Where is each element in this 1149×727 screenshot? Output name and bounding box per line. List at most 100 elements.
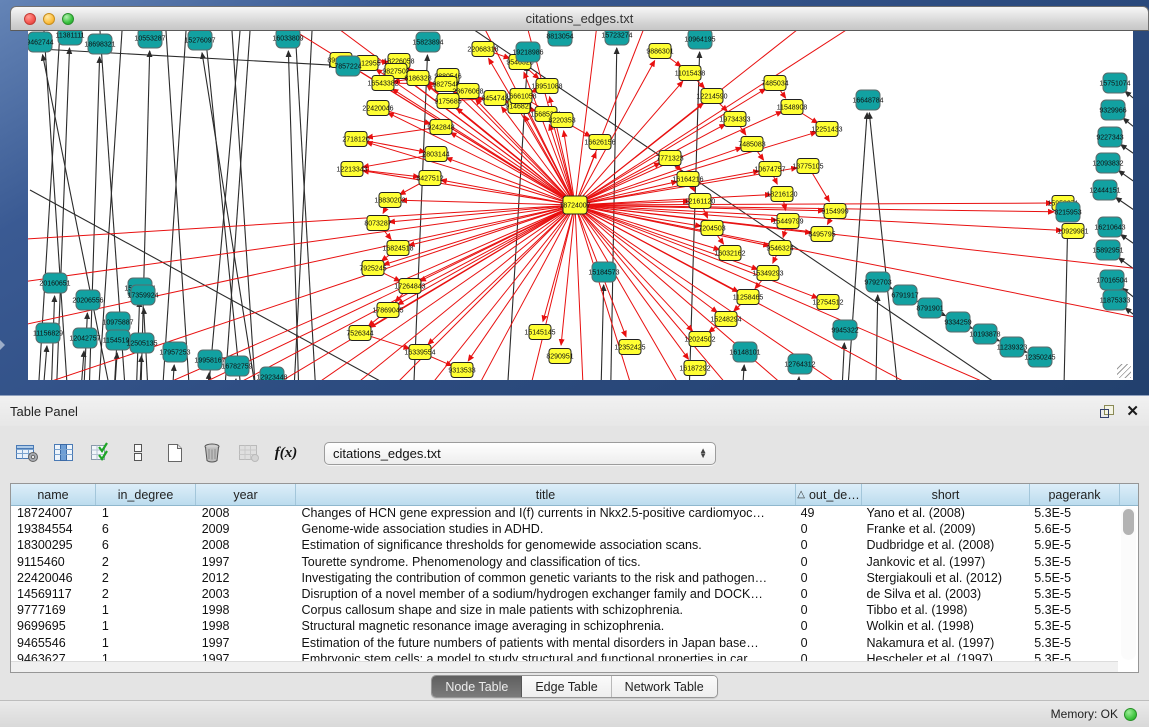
- cited-paper-node[interactable]: 8215953: [1054, 202, 1081, 222]
- cited-paper-node[interactable]: 10975887: [102, 312, 133, 332]
- cited-paper-node[interactable]: 17957253: [159, 342, 190, 362]
- table-row[interactable]: 1938455462009Genome-wide association stu…: [11, 521, 1118, 537]
- hub-paper-node[interactable]: 18724007: [559, 196, 590, 214]
- network-edge[interactable]: [288, 51, 300, 380]
- network-edge[interactable]: [688, 52, 700, 380]
- paper-node[interactable]: 19734393: [719, 112, 750, 127]
- cited-paper-node[interactable]: 16782759: [221, 356, 252, 376]
- column-header-title[interactable]: title: [296, 484, 796, 505]
- paper-node[interactable]: 17869045: [372, 303, 403, 318]
- paper-node[interactable]: 10674757: [754, 162, 785, 177]
- column-header-name[interactable]: name: [11, 484, 96, 505]
- network-edge[interactable]: [543, 205, 575, 321]
- paper-node[interactable]: 16626156: [584, 135, 615, 150]
- table-row[interactable]: 2242004622012Investigating the contribut…: [11, 570, 1118, 586]
- paper-node[interactable]: 12251433: [811, 122, 842, 137]
- cited-paper-node[interactable]: 19218986: [512, 42, 543, 62]
- network-edge[interactable]: [1121, 234, 1133, 262]
- paper-node[interactable]: 22420046: [362, 101, 393, 116]
- network-edge[interactable]: [300, 205, 575, 380]
- paper-node[interactable]: 8427512: [416, 171, 443, 186]
- window-resize-grip[interactable]: [1117, 364, 1131, 378]
- column-header-year[interactable]: year: [196, 484, 296, 505]
- column-header-short[interactable]: short: [862, 484, 1030, 505]
- cited-paper-node[interactable]: 15276097: [184, 31, 215, 50]
- paper-node[interactable]: 11548908: [777, 100, 808, 115]
- cited-paper-node[interactable]: 15823894: [412, 32, 443, 52]
- network-canvas[interactable]: 1872400789601238912955182260589827503818…: [28, 31, 1133, 380]
- cited-paper-node[interactable]: 18698321: [84, 34, 115, 54]
- paper-node[interactable]: 7485083: [738, 137, 765, 152]
- cited-paper-node[interactable]: 15184573: [588, 262, 619, 282]
- paper-node[interactable]: 9175685: [434, 94, 461, 109]
- paper-node[interactable]: 7485034: [761, 76, 788, 91]
- paper-node[interactable]: 9546324: [766, 241, 793, 256]
- paper-node[interactable]: 15349293: [752, 266, 783, 281]
- table-row[interactable]: 969969511998Structural magnetic resonanc…: [11, 618, 1118, 634]
- cited-paper-node[interactable]: 10964195: [684, 31, 715, 49]
- cited-paper-node[interactable]: 8813054: [546, 31, 573, 46]
- paper-node[interactable]: 9313533: [448, 363, 475, 378]
- network-edge[interactable]: [420, 205, 575, 281]
- network-edge[interactable]: [388, 113, 575, 205]
- vertical-scrollbar[interactable]: [1121, 507, 1136, 660]
- paper-node[interactable]: 12214590: [696, 89, 727, 104]
- paper-node[interactable]: 7771323: [656, 151, 683, 166]
- cited-paper-node[interactable]: 9792703: [864, 272, 891, 292]
- table-row[interactable]: 1830029562008Estimation of significance …: [11, 537, 1118, 553]
- paper-node[interactable]: 16032162: [714, 246, 745, 261]
- cited-paper-node[interactable]: 15751074: [1099, 73, 1130, 93]
- table-settings-icon[interactable]: [14, 440, 40, 466]
- cited-paper-node[interactable]: 9462744: [28, 32, 54, 52]
- cited-paper-node[interactable]: 20206556: [72, 290, 103, 310]
- paper-node[interactable]: 7526344: [346, 326, 373, 341]
- paper-node[interactable]: 15145145: [524, 325, 555, 340]
- tab-edge-table[interactable]: Edge Table: [522, 676, 611, 697]
- select-all-icon[interactable]: [88, 440, 114, 466]
- network-edge[interactable]: [78, 351, 84, 380]
- network-edge[interactable]: [170, 365, 174, 380]
- paper-node[interactable]: 15449799: [772, 214, 803, 229]
- memory-status-indicator[interactable]: [1124, 708, 1137, 721]
- paper-node[interactable]: 15248294: [710, 312, 741, 327]
- paper-node[interactable]: 9827548: [432, 77, 459, 92]
- cited-paper-node[interactable]: 17359924: [127, 285, 158, 305]
- network-edge[interactable]: [166, 31, 192, 380]
- float-panel-icon[interactable]: [1100, 405, 1114, 418]
- table-row[interactable]: 1456911722003Disruption of a novel membe…: [11, 586, 1118, 602]
- paper-node[interactable]: 11015438: [675, 66, 706, 81]
- paper-node[interactable]: 10929981: [1057, 224, 1088, 239]
- paper-node[interactable]: 12213343: [336, 162, 367, 177]
- paper-node[interactable]: 8186328: [404, 71, 431, 86]
- table-row[interactable]: 911546021997Tourette syndrome. Phenomeno…: [11, 554, 1118, 570]
- network-edge[interactable]: [575, 205, 688, 359]
- paper-node[interactable]: 8220353: [548, 113, 575, 128]
- cited-paper-node[interactable]: 15723274: [601, 31, 632, 45]
- network-edge[interactable]: [138, 356, 141, 380]
- cited-paper-node[interactable]: 8791901: [916, 298, 943, 318]
- paper-node[interactable]: 8495795: [808, 227, 835, 242]
- paper-node[interactable]: 12024502: [684, 332, 715, 347]
- tab-node-table[interactable]: Node Table: [432, 676, 522, 697]
- cited-paper-node[interactable]: 12505135: [126, 333, 157, 353]
- paper-node[interactable]: 16543382: [367, 76, 398, 91]
- window-titlebar[interactable]: citations_edges.txt: [10, 6, 1149, 31]
- network-edge[interactable]: [202, 53, 262, 380]
- import-table-icon[interactable]: [236, 440, 262, 466]
- cited-paper-node[interactable]: 12350245: [1024, 347, 1055, 367]
- new-file-icon[interactable]: [162, 440, 188, 466]
- paper-node[interactable]: 16164216: [672, 172, 703, 187]
- network-edge[interactable]: [575, 203, 1052, 205]
- cited-paper-node[interactable]: 9227343: [1096, 127, 1123, 147]
- network-edge[interactable]: [1125, 308, 1133, 335]
- paper-node[interactable]: 9242848: [427, 120, 454, 135]
- paper-node[interactable]: 8073287: [364, 216, 391, 231]
- network-edge[interactable]: [575, 103, 703, 205]
- cited-paper-node[interactable]: 12923448: [256, 367, 287, 380]
- cited-paper-node[interactable]: 16033809: [272, 31, 303, 48]
- table-row[interactable]: 1872400712008Changes of HCN gene express…: [11, 505, 1118, 521]
- paper-node[interactable]: 8290951: [546, 349, 573, 364]
- paper-node[interactable]: 18216120: [766, 187, 797, 202]
- paper-node[interactable]: 12352425: [614, 340, 645, 355]
- network-edge[interactable]: [575, 205, 717, 312]
